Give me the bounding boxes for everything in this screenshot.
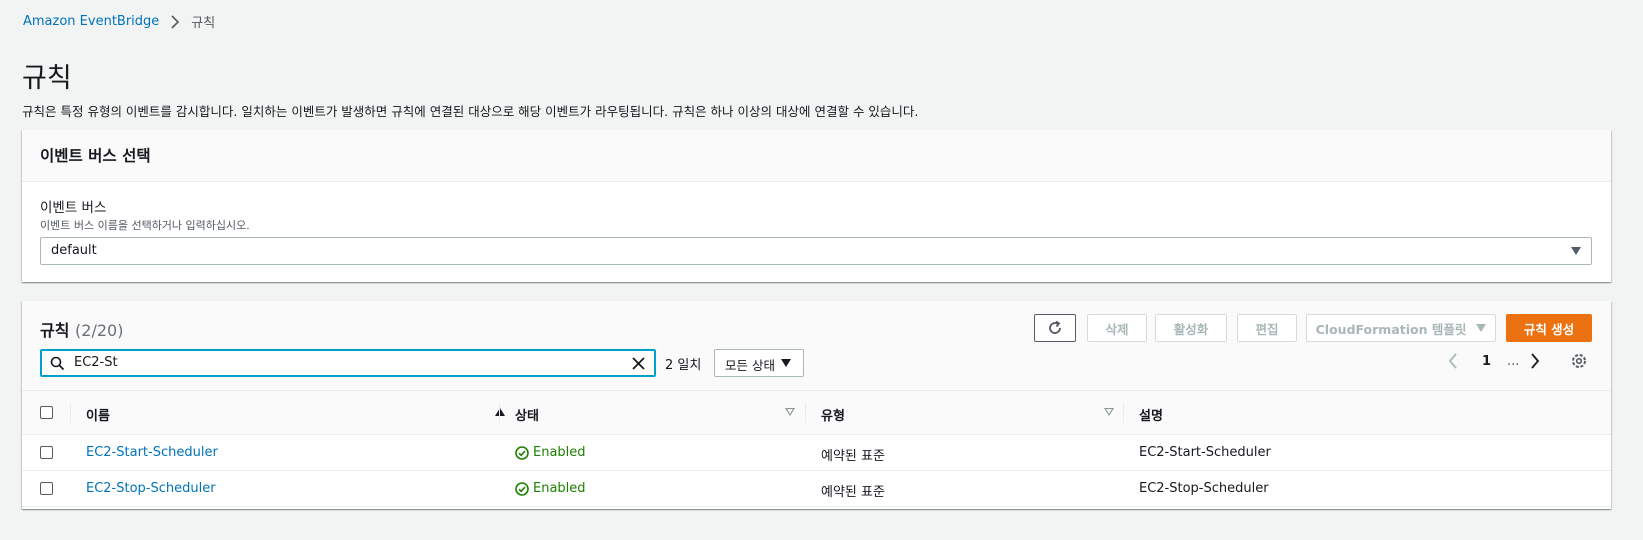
sort-ascending-icon[interactable] (495, 408, 505, 416)
refresh-button[interactable] (1034, 314, 1076, 342)
status-badge: Enabled (515, 445, 586, 460)
row-checkbox[interactable] (40, 446, 53, 459)
caret-down-icon (1476, 324, 1487, 332)
delete-button[interactable]: 삭제 (1087, 314, 1147, 342)
column-header-type[interactable]: 유형 (821, 405, 845, 424)
event-bus-select[interactable]: default (40, 237, 1592, 265)
rules-count: (2/20) (75, 321, 124, 340)
table-row[interactable]: EC2-Start-Scheduler Enabled 예약된 표준 EC2-S… (22, 435, 1611, 471)
rule-name-link[interactable]: EC2-Stop-Scheduler (86, 481, 216, 496)
page-title: 규칙 (22, 63, 72, 94)
row-checkbox[interactable] (40, 482, 53, 495)
sort-icon[interactable] (785, 408, 795, 416)
match-count: 2 일치 (665, 358, 702, 373)
rules-panel: 규칙 (2/20) 삭제 활성화 편집 CloudFormation 템플릿 규… (22, 301, 1611, 509)
rule-type: 예약된 표준 (821, 449, 885, 464)
edit-button[interactable]: 편집 (1237, 314, 1297, 342)
caret-down-icon (1571, 247, 1581, 255)
rule-name-link[interactable]: EC2-Start-Scheduler (86, 445, 218, 460)
status-filter-select[interactable]: 모든 상태 (714, 349, 804, 377)
rule-description: EC2-Start-Scheduler (1139, 445, 1271, 460)
rules-title: 규칙 (2/20) (40, 317, 123, 341)
event-bus-panel: 이벤트 버스 선택 이벤트 버스 이벤트 버스 이름을 선택하거나 입력하십시오… (22, 130, 1611, 282)
chevron-right-icon (171, 14, 180, 29)
event-bus-select-value: default (51, 243, 97, 258)
close-icon[interactable] (631, 356, 646, 371)
refresh-icon (1049, 320, 1061, 334)
event-bus-label: 이벤트 버스 (40, 200, 107, 216)
gear-icon[interactable] (1570, 352, 1588, 370)
search-icon (50, 356, 65, 371)
status-text: Enabled (533, 481, 586, 496)
chevron-left-icon[interactable] (1448, 353, 1458, 369)
search-input[interactable]: EC2-St (40, 349, 656, 377)
select-all-checkbox[interactable] (40, 406, 53, 419)
column-divider (499, 403, 500, 423)
column-header-description: 설명 (1139, 409, 1163, 424)
column-divider (70, 403, 71, 423)
search-value: EC2-St (74, 355, 118, 370)
rule-description: EC2-Stop-Scheduler (1139, 481, 1269, 496)
breadcrumb-eventbridge-link[interactable]: Amazon EventBridge (23, 14, 159, 29)
table-row[interactable]: EC2-Stop-Scheduler Enabled 예약된 표준 EC2-St… (22, 471, 1611, 507)
page-description: 규칙은 특정 유형의 이벤트를 감시합니다. 일치하는 이벤트가 발생하면 규칙… (22, 104, 919, 119)
status-text: Enabled (533, 445, 586, 460)
rules-title-text: 규칙 (40, 321, 70, 340)
caret-down-icon (781, 359, 791, 367)
status-filter-value: 모든 상태 (725, 358, 775, 373)
event-bus-description: 이벤트 버스 이름을 선택하거나 입력하십시오. (40, 219, 250, 232)
chevron-right-icon[interactable] (1530, 353, 1540, 369)
cloudformation-template-button[interactable]: CloudFormation 템플릿 (1306, 314, 1496, 342)
rules-panel-header: 규칙 (2/20) 삭제 활성화 편집 CloudFormation 템플릿 규… (22, 301, 1611, 391)
column-header-status[interactable]: 상태 (515, 405, 539, 424)
status-badge: Enabled (515, 481, 586, 496)
create-rule-button[interactable]: 규칙 생성 (1506, 314, 1592, 342)
cloudformation-template-label: CloudFormation 템플릿 (1315, 321, 1467, 337)
column-divider (1123, 403, 1124, 423)
rule-type: 예약된 표준 (821, 485, 885, 500)
check-circle-icon (515, 481, 529, 496)
pagination-ellipsis: ... (1507, 354, 1520, 369)
column-header-name[interactable]: 이름 (86, 405, 110, 424)
check-circle-icon (515, 445, 529, 460)
pagination-page[interactable]: 1 (1482, 354, 1491, 369)
breadcrumb: Amazon EventBridge 규칙 (23, 12, 215, 31)
enable-button[interactable]: 활성화 (1155, 314, 1227, 342)
breadcrumb-current: 규칙 (191, 16, 216, 31)
sort-icon[interactable] (1104, 408, 1114, 416)
column-divider (805, 403, 806, 423)
table-header: 이름 상태 유형 설명 (22, 391, 1611, 435)
event-bus-panel-header: 이벤트 버스 선택 (22, 130, 1611, 182)
